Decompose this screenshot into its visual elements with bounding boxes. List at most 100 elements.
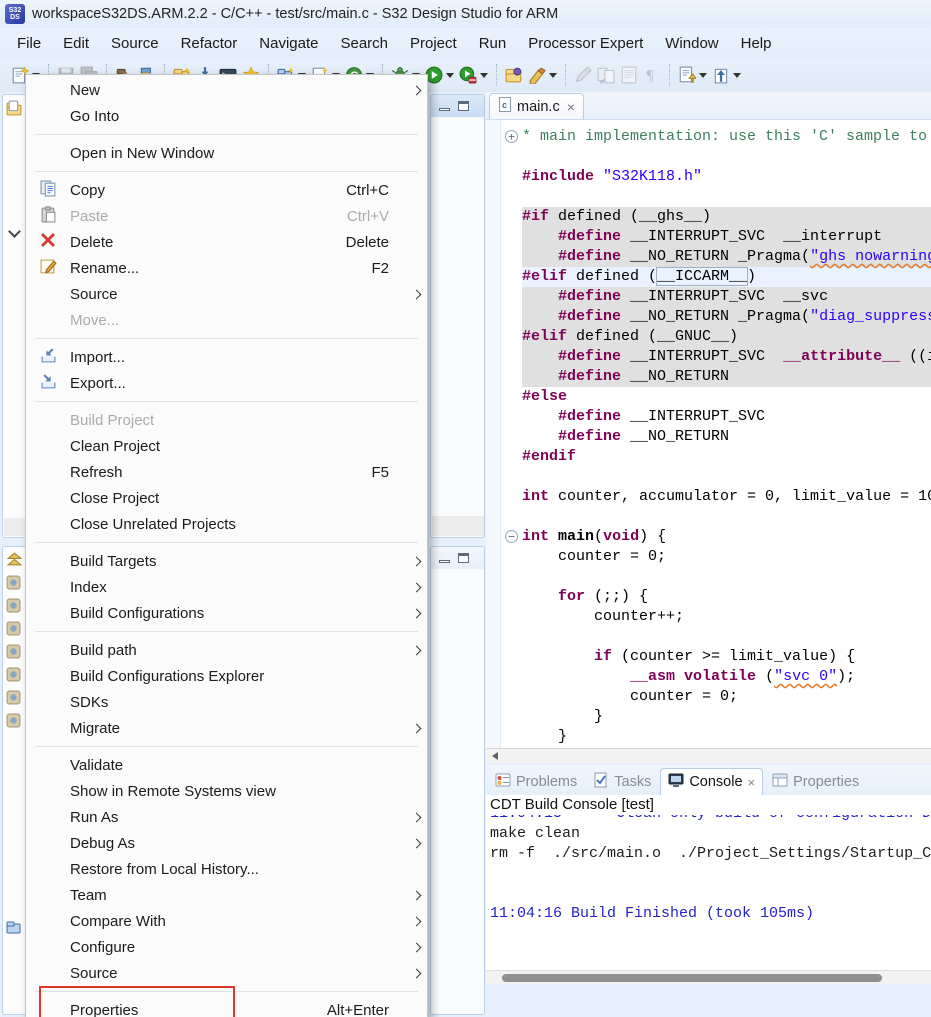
- tab-main-c[interactable]: c main.c ×: [489, 93, 584, 119]
- dropdown-arrow-icon[interactable]: [446, 73, 454, 78]
- menu-item-configure[interactable]: Configure: [26, 934, 427, 960]
- menu-item-label: Index: [70, 579, 405, 596]
- menu-item-debug-as[interactable]: Debug As: [26, 830, 427, 856]
- menu-item-source[interactable]: Source: [26, 960, 427, 986]
- menubar-item-refactor[interactable]: Refactor: [170, 31, 249, 56]
- submenu-arrow-icon: [405, 610, 427, 617]
- menubar-item-help[interactable]: Help: [730, 31, 783, 56]
- console-tab-properties[interactable]: Properties: [765, 768, 866, 795]
- menu-item-shortcut: Delete: [346, 234, 389, 251]
- open-element-button[interactable]: [503, 64, 525, 86]
- mark-occurrences-button[interactable]: [526, 64, 559, 86]
- mini-tool-icon[interactable]: [6, 621, 23, 638]
- dropdown-arrow-icon[interactable]: [733, 73, 741, 78]
- menu-item-build-project[interactable]: Build Project: [26, 407, 427, 433]
- copy-icon: [26, 180, 70, 201]
- minimize-view-button[interactable]: [439, 560, 450, 563]
- menu-item-export[interactable]: Export...: [26, 370, 427, 396]
- menubar-item-run[interactable]: Run: [468, 31, 518, 56]
- profile-icon: [459, 66, 477, 84]
- menu-item-build-path[interactable]: Build path: [26, 637, 427, 663]
- menubar-item-file[interactable]: File: [6, 31, 52, 56]
- show-doc-button[interactable]: [618, 64, 640, 86]
- mini-tool-icon[interactable]: [6, 713, 23, 730]
- code-line: #define __INTERRUPT_SVC __interrupt: [522, 227, 931, 247]
- menu-item-copy[interactable]: CopyCtrl+C: [26, 177, 427, 203]
- menu-item-source[interactable]: Source: [26, 281, 427, 307]
- menu-item-label: Build path: [70, 642, 405, 659]
- editor-horizontal-scrollbar[interactable]: [486, 748, 931, 763]
- menu-item-build-configurations-explorer[interactable]: Build Configurations Explorer: [26, 663, 427, 689]
- menubar-item-edit[interactable]: Edit: [52, 31, 100, 56]
- code-line: #if defined (__ghs__): [522, 207, 931, 227]
- menu-item-label: Close Unrelated Projects: [70, 516, 405, 533]
- fold-collapse-icon[interactable]: −: [505, 530, 518, 543]
- link-editor-button[interactable]: [595, 64, 617, 86]
- maximize-view-button[interactable]: [458, 553, 469, 563]
- menu-item-migrate[interactable]: Migrate: [26, 715, 427, 741]
- dropdown-arrow-icon[interactable]: [480, 73, 488, 78]
- menubar-item-processor-expert[interactable]: Processor Expert: [517, 31, 654, 56]
- menu-item-paste[interactable]: PasteCtrl+V: [26, 203, 427, 229]
- menu-item-build-targets[interactable]: Build Targets: [26, 548, 427, 574]
- mini-tool-icon[interactable]: [6, 598, 23, 615]
- menu-item-move[interactable]: Move...: [26, 307, 427, 333]
- dropdown-arrow-icon[interactable]: [549, 73, 557, 78]
- menubar-item-source[interactable]: Source: [100, 31, 170, 56]
- menubar-item-navigate[interactable]: Navigate: [248, 31, 329, 56]
- last-edit-button[interactable]: [676, 64, 709, 86]
- editor-tabbar: c main.c ×: [486, 92, 931, 120]
- maximize-view-button[interactable]: [458, 101, 469, 111]
- menu-item-run-as[interactable]: Run As: [26, 804, 427, 830]
- menu-item-team[interactable]: Team: [26, 882, 427, 908]
- menu-separator: [35, 542, 418, 543]
- fold-expand-icon[interactable]: +: [505, 130, 518, 143]
- menu-item-validate[interactable]: Validate: [26, 752, 427, 778]
- console-tab-problems[interactable]: Problems: [488, 768, 584, 795]
- menu-item-show-in-remote-systems-view[interactable]: Show in Remote Systems view: [26, 778, 427, 804]
- chevron-down-icon[interactable]: [8, 225, 21, 238]
- code-editor[interactable]: +− * main implementation: use this 'C' s…: [486, 120, 931, 748]
- menu-item-index[interactable]: Index: [26, 574, 427, 600]
- dropdown-arrow-icon[interactable]: [699, 73, 707, 78]
- scroll-left-arrow-icon[interactable]: [492, 752, 498, 760]
- mini-tool-icon[interactable]: [6, 690, 23, 707]
- console-tab-console[interactable]: Console×: [660, 768, 763, 795]
- mini-tool-icon[interactable]: [6, 667, 23, 684]
- mini-tool-icon[interactable]: [6, 644, 23, 661]
- nav-up-button[interactable]: [710, 64, 743, 86]
- menu-item-label: Run As: [70, 809, 405, 826]
- pen-icon: [574, 66, 592, 84]
- close-icon[interactable]: ×: [567, 99, 575, 115]
- menu-item-close-project[interactable]: Close Project: [26, 485, 427, 511]
- menu-item-delete[interactable]: DeleteDelete: [26, 229, 427, 255]
- paragraph-button[interactable]: ¶: [641, 64, 663, 86]
- menu-item-open-in-new-window[interactable]: Open in New Window: [26, 140, 427, 166]
- minimize-view-button[interactable]: [439, 108, 450, 111]
- menu-item-restore-from-local-history[interactable]: Restore from Local History...: [26, 856, 427, 882]
- folder-icon[interactable]: [6, 920, 23, 937]
- menu-item-compare-with[interactable]: Compare With: [26, 908, 427, 934]
- menu-item-go-into[interactable]: Go Into: [26, 103, 427, 129]
- menu-item-rename[interactable]: Rename...F2: [26, 255, 427, 281]
- console-horizontal-scrollbar[interactable]: [486, 970, 931, 984]
- menu-item-build-configurations[interactable]: Build Configurations: [26, 600, 427, 626]
- mini-tool-icon[interactable]: [6, 575, 23, 592]
- scrollbar-thumb[interactable]: [502, 974, 882, 982]
- console-body[interactable]: CDT Build Console [test] 11:04:15 **** C…: [486, 795, 931, 981]
- menubar-item-search[interactable]: Search: [329, 31, 399, 56]
- menu-item-import[interactable]: Import...: [26, 344, 427, 370]
- menu-item-sdks[interactable]: SDKs: [26, 689, 427, 715]
- close-icon[interactable]: ×: [748, 775, 756, 790]
- pen-button[interactable]: [572, 64, 594, 86]
- console-tab-tasks[interactable]: Tasks: [586, 768, 658, 795]
- menu-item-label: Copy: [70, 182, 346, 199]
- menu-item-clean-project[interactable]: Clean Project: [26, 433, 427, 459]
- profile-button[interactable]: [457, 64, 490, 86]
- menu-item-refresh[interactable]: RefreshF5: [26, 459, 427, 485]
- menubar-item-project[interactable]: Project: [399, 31, 468, 56]
- menubar-item-window[interactable]: Window: [654, 31, 729, 56]
- palette-chevrons-icon[interactable]: [6, 552, 23, 569]
- menu-item-new[interactable]: New: [26, 77, 427, 103]
- menu-item-close-unrelated-projects[interactable]: Close Unrelated Projects: [26, 511, 427, 537]
